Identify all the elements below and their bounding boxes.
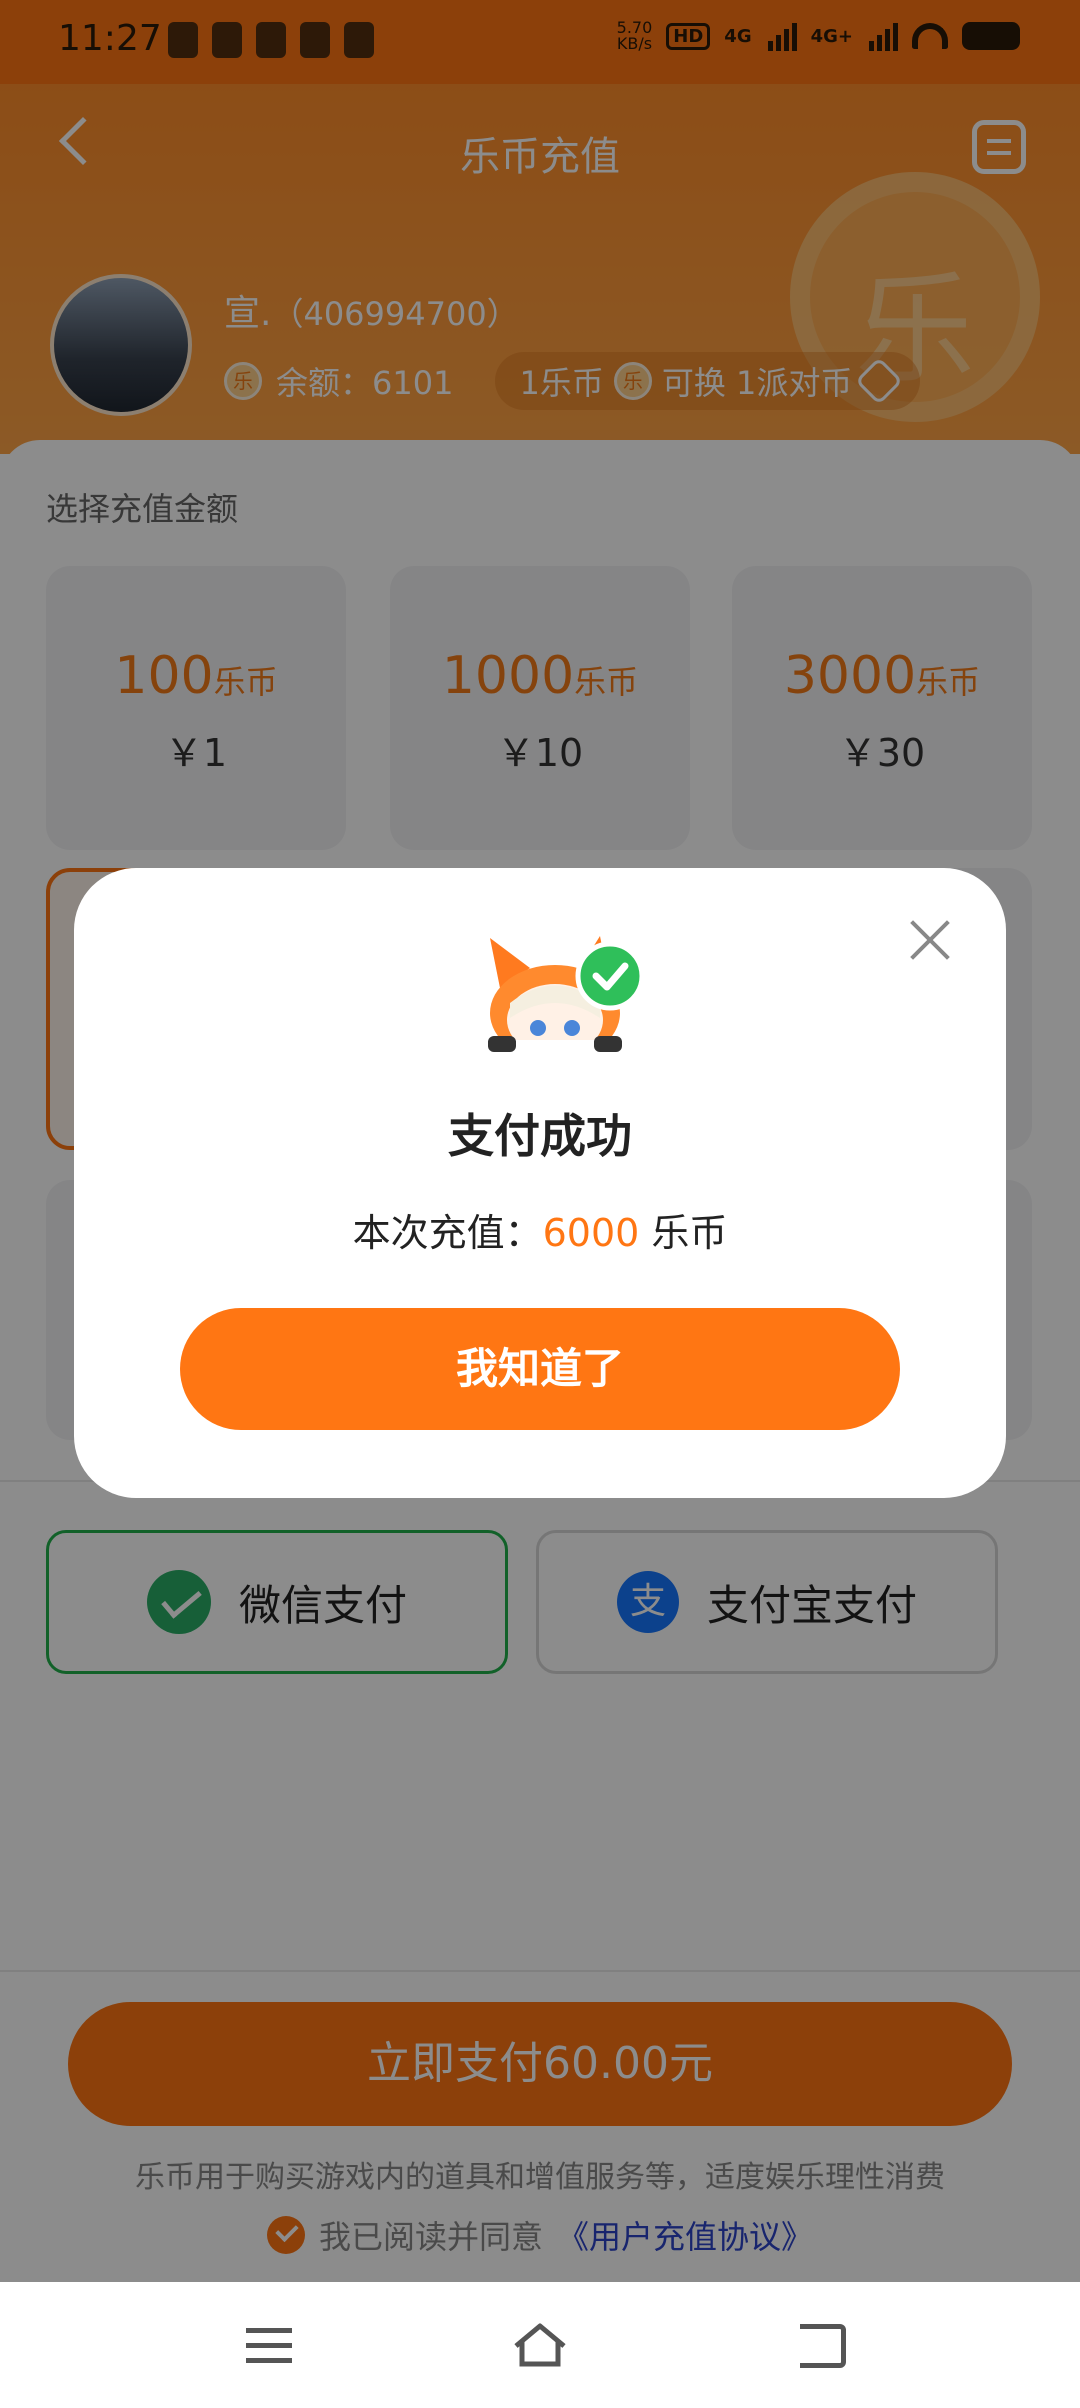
dialog-message: 本次充值：6000 乐币	[74, 1202, 1006, 1257]
dialog-title: 支付成功	[448, 1109, 632, 1163]
home-icon[interactable]	[512, 2322, 568, 2368]
payment-success-dialog: 支付成功 本次充值：6000 乐币 我知道了	[74, 868, 1006, 1498]
dialog-message-prefix: 本次充值：	[352, 1211, 543, 1255]
back-nav-icon[interactable]	[800, 2324, 846, 2368]
mascot-success-icon	[460, 936, 650, 1058]
dialog-amount: 6000	[542, 1211, 640, 1255]
dialog-message-suffix: 乐币	[639, 1211, 728, 1255]
system-nav-bar	[0, 2282, 1080, 2408]
close-icon[interactable]	[908, 918, 952, 962]
recent-apps-icon[interactable]	[246, 2328, 292, 2364]
confirm-button[interactable]: 我知道了	[180, 1308, 900, 1430]
